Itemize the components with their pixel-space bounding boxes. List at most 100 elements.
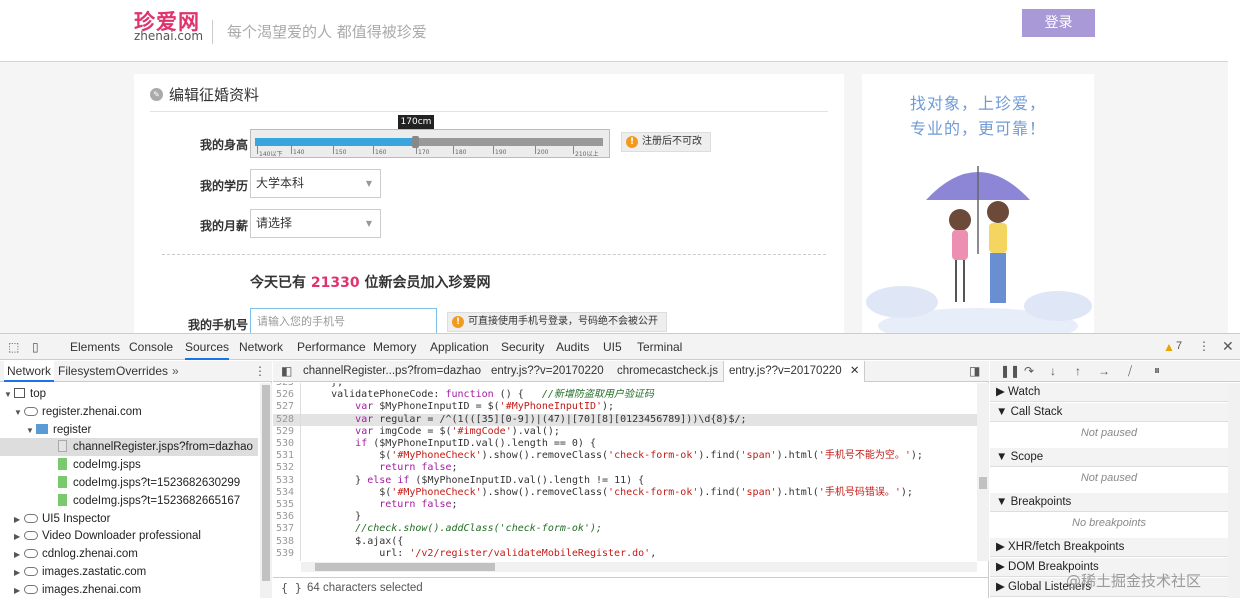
inspect-element-icon[interactable]: ⬚ <box>8 340 19 354</box>
height-slider[interactable]: 140以下 140 150 160 170 180 190 200 210以上 <box>250 129 610 158</box>
scrollbar-thumb[interactable] <box>315 563 495 571</box>
login-button[interactable]: 登录 <box>1022 9 1095 37</box>
line-number[interactable]: 527 <box>273 401 301 414</box>
file-tree-item[interactable]: ▼ top <box>0 385 258 403</box>
step-icon[interactable]: → <box>1098 364 1110 378</box>
chevron-down-icon[interactable]: ▼ <box>4 386 14 404</box>
code-line[interactable]: 533 } else if ($MyPhoneInputID.val().len… <box>273 474 977 487</box>
line-number[interactable]: 526 <box>273 389 301 402</box>
devtools-tab-terminal[interactable]: Terminal <box>637 334 682 360</box>
pause-on-exceptions-icon[interactable]: ⏸ <box>1154 363 1160 378</box>
education-select[interactable]: 大学本科 ▼ <box>250 169 381 198</box>
code-lines[interactable]: 525 },526 validatePhoneCode: function ()… <box>273 383 977 561</box>
code-line[interactable]: 538 $.ajax({ <box>273 535 977 548</box>
devtools-tab-network[interactable]: Network <box>239 334 283 360</box>
editor-hscrollbar[interactable] <box>301 562 977 572</box>
file-tree-item[interactable]: ▶ UI5 Inspector <box>0 510 258 528</box>
file-tree-item[interactable]: ▼ register <box>0 421 258 439</box>
line-number[interactable]: 536 <box>273 511 301 524</box>
chevron-right-icon[interactable]: ▶ <box>14 511 24 529</box>
file-tree-item[interactable]: ▶ cdnlog.zhenai.com <box>0 545 258 563</box>
warning-count[interactable]: 7 <box>1176 340 1182 352</box>
file-tree-item[interactable]: ▶ Video Downloader professional <box>0 527 258 545</box>
chevron-right-icon[interactable]: ▶ <box>996 581 1008 593</box>
step-into-icon[interactable]: ↓ <box>1050 364 1056 378</box>
editor-tab-active[interactable]: entry.js??v=20170220 ✕ <box>723 361 866 382</box>
file-tree-item[interactable]: channelRegister.jsps?from=dazhao <box>0 438 258 457</box>
line-number[interactable]: 533 <box>273 474 301 487</box>
devtools-tab-elements[interactable]: Elements <box>70 334 120 360</box>
code-line[interactable]: 526 validatePhoneCode: function () { //新… <box>273 389 977 402</box>
chevron-down-icon[interactable]: ▼ <box>996 406 1011 418</box>
chevron-right-icon[interactable]: ▶ <box>996 541 1008 553</box>
line-number[interactable]: 529 <box>273 425 301 438</box>
deactivate-breakpoints-icon[interactable]: ⧸ <box>1128 364 1132 379</box>
file-tree-item[interactable]: codeImg.jsps <box>0 456 258 474</box>
warning-icon[interactable]: ▲ <box>1163 340 1175 354</box>
close-icon[interactable]: ✕ <box>850 365 860 377</box>
code-line[interactable]: 540 <box>273 560 977 561</box>
code-line[interactable]: 530 if ($MyPhoneInputID.val().length == … <box>273 438 977 451</box>
line-number[interactable]: 531 <box>273 450 301 463</box>
tab-filesystem[interactable]: Filesystem <box>58 361 115 382</box>
step-out-icon[interactable]: ↑ <box>1075 364 1081 378</box>
line-number[interactable]: 528 <box>273 413 301 426</box>
code-line[interactable]: 531 $('#MyPhoneCheck').show().removeClas… <box>273 450 977 463</box>
debugger-scrollbar[interactable] <box>1228 383 1240 598</box>
file-tree-item[interactable]: ▶ images.zhenai.com <box>0 581 258 599</box>
line-number[interactable]: 535 <box>273 499 301 512</box>
code-line[interactable]: 529 var imgCode = $('#imgCode').val(); <box>273 425 977 438</box>
debugger-section-scope[interactable]: ▼ Scope <box>990 448 1228 467</box>
code-line[interactable]: 527 var $MyPhoneInputID = $('#MyPhoneInp… <box>273 401 977 414</box>
chevron-down-icon[interactable]: ▼ <box>996 496 1011 508</box>
chevron-right-icon[interactable]: ▶ <box>14 564 24 582</box>
devtools-tab-audits[interactable]: Audits <box>556 334 589 360</box>
navigator-scrollbar[interactable] <box>260 383 272 598</box>
devtools-tab-sources[interactable]: Sources <box>185 334 230 360</box>
chevron-right-icon[interactable]: ▶ <box>996 561 1008 573</box>
file-tree-item[interactable]: codeImg.jsps?t=1523682630299 <box>0 474 258 492</box>
pretty-print-icon[interactable]: { } <box>281 578 302 599</box>
pause-icon[interactable]: ❚❚ <box>1000 364 1020 378</box>
debugger-section-breakpoints[interactable]: ▼ Breakpoints <box>990 493 1228 512</box>
code-line[interactable]: 528 var regular = /^(1(([35][0-9])|(47)|… <box>273 413 977 426</box>
tab-network[interactable]: Network <box>4 361 55 382</box>
line-number[interactable]: 537 <box>273 523 301 536</box>
phone-input[interactable]: 请输入您的手机号 <box>250 308 437 333</box>
salary-select[interactable]: 请选择 ▼ <box>250 209 381 238</box>
file-tree-item[interactable]: ▶ images.zastatic.com <box>0 563 258 581</box>
code-line[interactable]: 532 return false; <box>273 462 977 475</box>
line-number[interactable]: 538 <box>273 535 301 548</box>
editor-scrollbar[interactable] <box>977 383 989 561</box>
scrollbar-thumb[interactable] <box>979 477 987 489</box>
device-toggle-icon[interactable]: ▯ <box>32 340 39 354</box>
debugger-section-watch[interactable]: ▶ Watch <box>990 383 1228 402</box>
toggle-navigator-icon[interactable]: ◧ <box>281 364 292 378</box>
editor-tab[interactable]: channelRegister...ps?from=dazhao <box>303 361 481 382</box>
line-number[interactable]: 534 <box>273 486 301 499</box>
close-icon[interactable]: ✕ <box>1222 338 1234 355</box>
chevron-down-icon[interactable]: ▼ <box>996 451 1011 463</box>
line-number[interactable]: 540 <box>273 560 301 561</box>
editor-tab[interactable]: chromecastcheck.js <box>617 361 718 382</box>
devtools-tab-security[interactable]: Security <box>501 334 544 360</box>
devtools-tab-performance[interactable]: Performance <box>297 334 366 360</box>
chevron-right-icon[interactable]: ▶ <box>996 386 1008 398</box>
code-line[interactable]: 534 $('#MyPhoneCheck').show().removeClas… <box>273 486 977 499</box>
devtools-tab-memory[interactable]: Memory <box>373 334 416 360</box>
step-over-icon[interactable]: ↷ <box>1024 364 1034 378</box>
code-line[interactable]: 536 } <box>273 511 977 524</box>
editor-tab[interactable]: entry.js??v=20170220 <box>491 361 604 382</box>
file-tree-item[interactable]: codeImg.jsps?t=1523682665167 <box>0 492 258 510</box>
chevron-right-icon[interactable]: ▶ <box>14 582 24 600</box>
more-options-icon[interactable]: ⋮ <box>254 361 266 382</box>
more-tabs-icon[interactable]: » <box>172 361 179 382</box>
tab-overrides[interactable]: Overrides <box>116 361 168 382</box>
devtools-tab-ui5[interactable]: UI5 <box>603 334 622 360</box>
line-number[interactable]: 539 <box>273 547 301 560</box>
code-line[interactable]: 535 return false; <box>273 499 977 512</box>
more-options-icon[interactable]: ⋮ <box>1198 339 1210 353</box>
chevron-down-icon[interactable]: ▼ <box>26 422 36 440</box>
debugger-section-xhr-fetch-breakpoints[interactable]: ▶ XHR/fetch Breakpoints <box>990 538 1228 557</box>
chevron-right-icon[interactable]: ▶ <box>14 528 24 546</box>
